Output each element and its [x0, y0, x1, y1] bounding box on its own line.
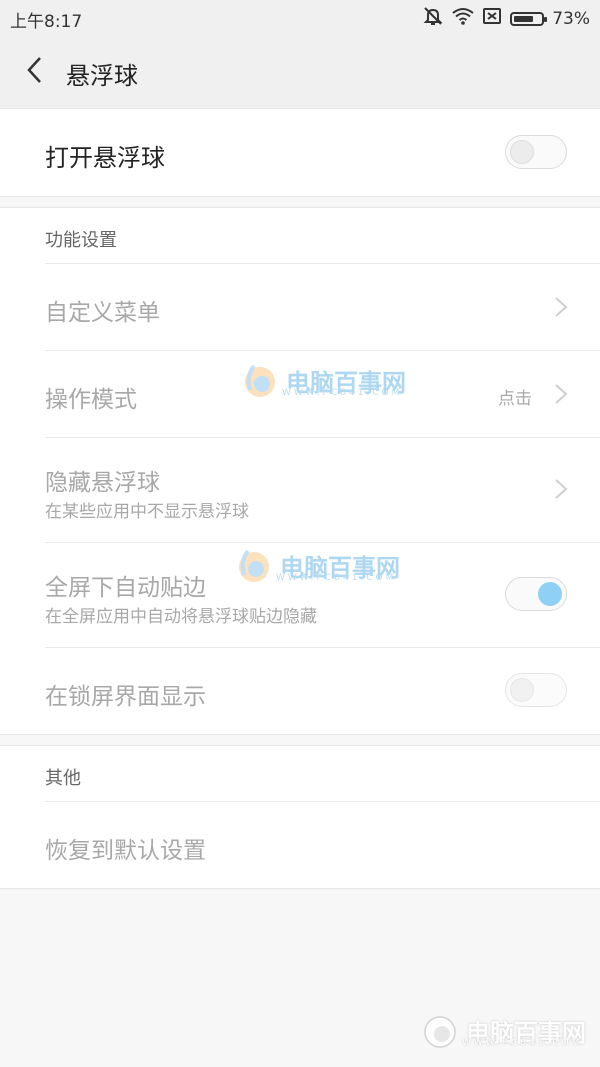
divider — [45, 350, 600, 351]
section-header-other: 其他 — [45, 768, 81, 789]
watermark: 电脑百事网 WWW.PC841.COM — [420, 1010, 586, 1050]
enable-floating-ball-label: 打开悬浮球 — [45, 144, 165, 172]
title-bar: 悬浮球 — [0, 34, 600, 109]
operation-mode-label: 操作模式 — [45, 387, 137, 413]
watermark-logo-icon — [239, 549, 269, 582]
custom-menu-row[interactable]: 自定义菜单 — [0, 263, 600, 350]
divider — [45, 801, 600, 802]
divider — [45, 647, 600, 648]
show-on-lockscreen-toggle[interactable] — [505, 673, 567, 707]
status-time: 上午8:17 — [10, 12, 83, 32]
battery-percent: 73% — [552, 8, 590, 29]
chevron-left-icon — [27, 57, 41, 83]
watermark-url: WWW.PC841.COM — [282, 388, 403, 398]
fullscreen-auto-edge-subtitle: 在全屏应用中自动将悬浮球贴边隐藏 — [45, 607, 317, 627]
divider — [45, 437, 600, 438]
custom-menu-label: 自定义菜单 — [45, 300, 160, 326]
toggle-knob — [510, 678, 534, 702]
back-button[interactable] — [18, 52, 54, 88]
enable-floating-ball-toggle[interactable] — [505, 135, 567, 169]
status-icons: 73% — [422, 5, 590, 32]
chevron-right-icon — [555, 297, 568, 317]
watermark-url: WWW.PC841.COM — [462, 1038, 583, 1048]
restore-defaults-row[interactable]: 恢复到默认设置 — [0, 801, 600, 888]
hide-floating-ball-label: 隐藏悬浮球 — [45, 470, 160, 496]
show-on-lockscreen-label: 在锁屏界面显示 — [45, 684, 206, 710]
hide-floating-ball-subtitle: 在某些应用中不显示悬浮球 — [45, 502, 249, 522]
sim-icon — [482, 6, 502, 31]
fullscreen-auto-edge-label: 全屏下自动贴边 — [45, 575, 206, 601]
fullscreen-auto-edge-toggle[interactable] — [505, 577, 567, 611]
chevron-right-icon — [555, 479, 568, 499]
operation-mode-value: 点击 — [498, 389, 532, 409]
watermark: 电脑百事网 WWW.PC841.COM — [240, 360, 406, 400]
mute-icon — [422, 5, 444, 32]
section-header-function: 功能设置 — [45, 230, 117, 251]
status-bar: 上午8:17 73% — [0, 0, 600, 34]
watermark: 电脑百事网 WWW.PC841.COM — [234, 545, 400, 585]
show-on-lockscreen-row[interactable]: 在锁屏界面显示 — [0, 647, 600, 734]
page-title: 悬浮球 — [66, 62, 138, 90]
divider — [45, 542, 600, 543]
watermark-url: WWW.PC841.COM — [276, 573, 397, 583]
watermark-logo-icon — [245, 364, 275, 397]
hide-floating-ball-row[interactable]: 隐藏悬浮球 在某些应用中不显示悬浮球 — [0, 437, 600, 542]
function-settings-section: 功能设置 自定义菜单 操作模式 点击 隐藏悬浮球 在某些应用中不显示悬浮球 全屏… — [0, 207, 600, 735]
toggle-knob — [538, 582, 562, 606]
divider — [45, 263, 600, 264]
toggle-knob — [510, 140, 534, 164]
enable-floating-ball-row[interactable]: 打开悬浮球 — [0, 108, 600, 197]
wifi-icon — [452, 6, 474, 31]
watermark-logo-icon — [424, 1016, 456, 1048]
battery-icon — [510, 11, 548, 26]
other-section: 其他 恢复到默认设置 — [0, 745, 600, 889]
chevron-right-icon — [555, 384, 568, 404]
restore-defaults-label: 恢复到默认设置 — [45, 838, 206, 864]
